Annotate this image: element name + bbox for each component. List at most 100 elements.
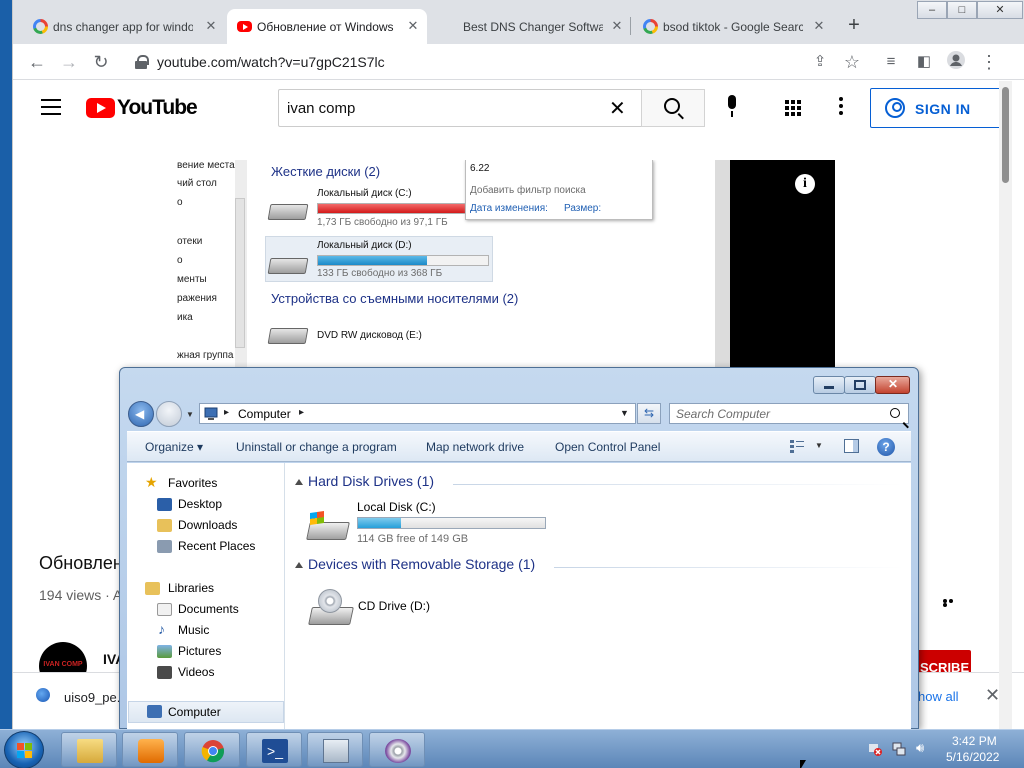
clock-time[interactable]: 3:42 PM — [952, 734, 997, 748]
breadcrumb-chevron-icon[interactable]: ▸ — [224, 407, 229, 418]
microphone-icon[interactable] — [725, 95, 739, 117]
uninstall-program-button[interactable]: Uninstall or change a program — [236, 440, 397, 454]
explorer-search-input[interactable]: Search Computer — [669, 403, 909, 424]
share-icon[interactable]: ⇪ — [808, 50, 832, 74]
clear-icon[interactable]: ✕ — [609, 96, 626, 121]
video-section-removable: Устройства со съемными носителями (2) — [271, 291, 519, 306]
clock-date[interactable]: 5/16/2022 — [946, 750, 999, 764]
search-input[interactable]: ivan comp ✕ — [278, 89, 642, 127]
address-dropdown-icon[interactable]: ▼ — [620, 408, 629, 418]
network-icon[interactable] — [892, 742, 906, 756]
action-center-flag-icon[interactable] — [868, 742, 882, 756]
tab-close-icon[interactable]: ✕ — [203, 18, 219, 34]
breadcrumb-computer[interactable]: Computer — [238, 407, 291, 421]
sign-in-button[interactable]: SIGN IN — [870, 88, 1007, 128]
cd-drive-d-name[interactable]: CD Drive (D:) — [358, 599, 430, 613]
taskbar-disc-burner[interactable] — [369, 732, 425, 767]
maximize-button[interactable]: □ — [947, 1, 977, 19]
show-all-downloads-link[interactable]: how all — [918, 689, 958, 704]
tab-best-dns[interactable]: Best DNS Changer Software ✕ — [431, 9, 631, 44]
nav-music[interactable]: Music — [178, 623, 209, 637]
section-removable-storage[interactable]: Devices with Removable Storage (1) — [308, 556, 535, 572]
breadcrumb-chevron-icon[interactable]: ▸ — [299, 407, 304, 418]
nav-videos[interactable]: Videos — [178, 665, 214, 679]
search-button[interactable] — [641, 89, 705, 127]
start-button[interactable] — [4, 731, 44, 768]
refresh-icon[interactable]: ⇆ — [637, 403, 661, 424]
explorer-window: ✕ ▼ ▸ Computer ▸ ▼ ⇆ Search Computer Org… — [119, 367, 919, 729]
channel-avatar-text: IVAN COMP — [43, 661, 83, 668]
taskbar-chrome[interactable] — [184, 732, 240, 767]
explorer-address-bar[interactable]: ▸ Computer ▸ ▼ — [199, 403, 636, 424]
menu-icon[interactable] — [41, 99, 61, 115]
address-bar[interactable]: youtube.com/watch?v=u7gpC21S7lc — [125, 48, 845, 76]
section-divider — [554, 567, 903, 568]
video-window-frame — [715, 160, 730, 370]
video-player[interactable]: вение места чий стол о отеки о менты раж… — [175, 160, 835, 370]
back-arrow-icon[interactable]: ← — [25, 50, 49, 74]
forward-arrow-icon[interactable]: → — [57, 50, 81, 74]
forward-arrow-icon[interactable] — [156, 401, 182, 427]
nav-favorites[interactable]: Favorites — [168, 476, 217, 490]
reading-list-icon[interactable]: ≡ — [879, 50, 903, 74]
tab-youtube[interactable]: Обновление от Windows ✕ — [227, 9, 427, 44]
recent-places-icon — [157, 540, 172, 553]
page-scrollbar[interactable] — [999, 81, 1012, 729]
reload-icon[interactable]: ↻ — [89, 50, 113, 74]
scrollbar-thumb[interactable] — [1002, 87, 1009, 183]
lock-icon[interactable] — [135, 55, 149, 69]
explorer-maximize-button[interactable] — [844, 376, 876, 394]
nav-desktop[interactable]: Desktop — [178, 497, 222, 511]
tab-close-icon[interactable]: ✕ — [609, 18, 625, 34]
close-button[interactable]: ✕ — [977, 1, 1023, 19]
new-tab-button[interactable]: + — [843, 14, 865, 36]
youtube-logo[interactable]: YouTube — [86, 96, 198, 120]
back-arrow-icon[interactable] — [128, 401, 154, 427]
tab-close-icon[interactable]: ✕ — [405, 18, 421, 34]
tab-bsod-search[interactable]: bsod tiktok - Google Search ✕ — [633, 9, 833, 44]
collapse-triangle-icon[interactable] — [295, 562, 303, 568]
explorer-close-button[interactable]: ✕ — [875, 376, 910, 394]
video-more-icon[interactable] — [943, 599, 959, 607]
nav-pictures[interactable]: Pictures — [178, 644, 221, 658]
organize-button[interactable]: Organize ▾ — [145, 440, 203, 454]
section-hard-disk-drives[interactable]: Hard Disk Drives (1) — [308, 473, 434, 489]
tab-dns-changer[interactable]: dns changer app for windows ✕ — [23, 9, 225, 44]
preview-pane-icon[interactable] — [844, 439, 859, 453]
help-icon[interactable]: ? — [877, 438, 895, 456]
taskbar-computer[interactable] — [307, 732, 363, 767]
map-network-drive-button[interactable]: Map network drive — [426, 440, 524, 454]
volume-icon[interactable]: 🔊︎ — [916, 740, 930, 755]
video-nav-item: жная группа — [177, 350, 234, 361]
computer-icon — [147, 705, 162, 718]
profile-icon[interactable] — [944, 50, 968, 74]
search-placeholder: Search Computer — [676, 407, 771, 421]
minimize-button[interactable]: – — [917, 1, 947, 19]
nav-downloads[interactable]: Downloads — [178, 518, 237, 532]
collapse-triangle-icon[interactable] — [295, 479, 303, 485]
bookmark-star-icon[interactable]: ☆ — [840, 50, 864, 74]
explorer-minimize-button[interactable] — [813, 376, 845, 394]
more-options-icon[interactable] — [839, 97, 843, 117]
info-icon[interactable]: i — [795, 174, 815, 194]
close-download-bar-icon[interactable]: ✕ — [985, 685, 1000, 706]
local-disk-c-name[interactable]: Local Disk (C:) — [357, 500, 436, 514]
taskbar-powershell[interactable]: >_ — [246, 732, 302, 767]
change-view-icon[interactable] — [790, 439, 804, 453]
recent-pages-chevron-icon[interactable]: ▼ — [186, 410, 194, 419]
chrome-menu-icon[interactable]: ⋮ — [977, 50, 1001, 74]
nav-documents[interactable]: Documents — [178, 602, 239, 616]
side-panel-icon[interactable]: ◧ — [912, 50, 936, 74]
url-text[interactable]: youtube.com/watch?v=u7gpC21S7lc — [157, 54, 385, 70]
nav-libraries[interactable]: Libraries — [168, 581, 214, 595]
nav-computer[interactable]: Computer — [128, 701, 284, 723]
taskbar-media-player[interactable] — [122, 732, 178, 767]
search-value[interactable]: ivan comp — [287, 100, 355, 117]
view-dropdown-icon[interactable]: ▼ — [815, 441, 823, 450]
nav-recent-places[interactable]: Recent Places — [178, 539, 255, 553]
video-nav-item: о — [177, 197, 183, 208]
taskbar-explorer[interactable] — [61, 732, 117, 767]
open-control-panel-button[interactable]: Open Control Panel — [555, 440, 660, 454]
tab-close-icon[interactable]: ✕ — [811, 18, 827, 34]
apps-grid-icon[interactable] — [785, 100, 801, 116]
